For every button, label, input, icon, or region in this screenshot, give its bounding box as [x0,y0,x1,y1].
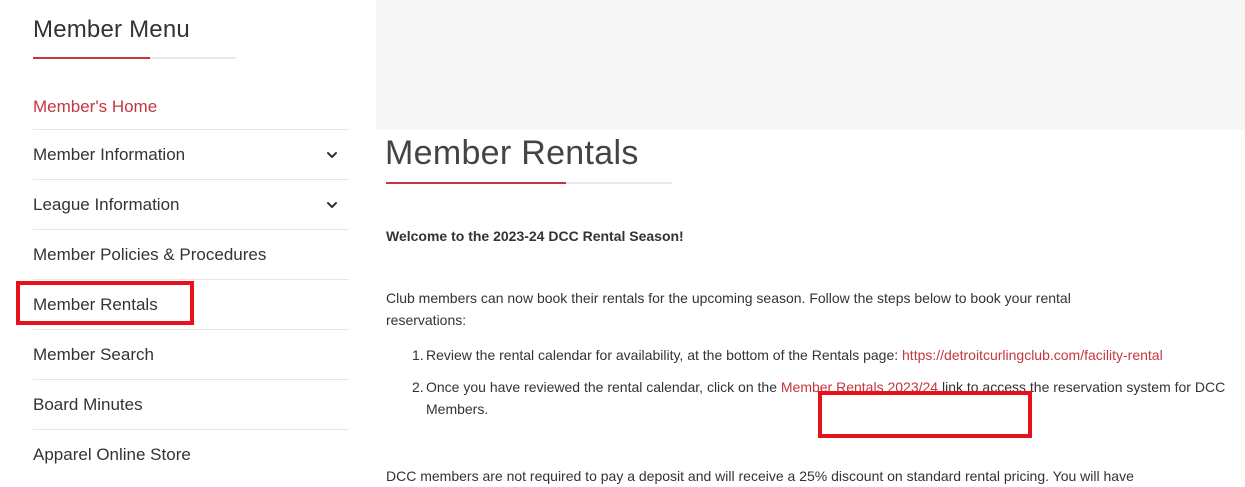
sidebar-item-label: Apparel Online Store [33,444,191,464]
discount-note: DCC members are not required to pay a de… [386,468,1134,484]
member-sidebar: Member Menu Member's Home Member Informa… [0,0,360,481]
step-number: 1. [412,347,424,363]
steps-list: 1. Review the rental calendar for availa… [386,344,1245,430]
sidebar-item-label: Member Search [33,344,154,364]
sidebar-item-label: Member Information [33,144,186,164]
sidebar-item-label: Member Policies & Procedures [33,244,267,264]
page-banner [376,0,1245,130]
sidebar-item-label: Member Rentals [33,294,158,314]
member-rentals-2023-24-link[interactable]: Member Rentals 2023/24 [781,379,938,395]
sidebar-item-label: Board Minutes [33,394,143,414]
sidebar-item-apparel-store[interactable]: Apparel Online Store [33,430,349,479]
page-title-accent [386,182,566,184]
sidebar-item-member-information[interactable]: Member Information [33,130,349,180]
list-item: 2. Once you have reviewed the rental cal… [412,376,1245,420]
step-text: Once you have reviewed the rental calend… [426,379,781,395]
list-item: 1. Review the rental calendar for availa… [412,344,1245,366]
sidebar-item-member-policies[interactable]: Member Policies & Procedures [33,230,349,280]
facility-rental-link[interactable]: https://detroitcurlingclub.com/facility-… [902,347,1163,363]
welcome-heading: Welcome to the 2023-24 DCC Rental Season… [386,228,684,244]
sidebar-item-label: League Information [33,194,180,214]
sidebar-item-label: Member's Home [33,97,158,116]
chevron-down-icon[interactable] [325,198,339,212]
member-menu: Member's Home Member Information League … [33,85,349,479]
sidebar-title: Member Menu [33,16,190,43]
step-text: Review the rental calendar for availabil… [426,347,903,363]
sidebar-item-league-information[interactable]: League Information [33,180,349,230]
intro-text: Club members can now book their rentals … [386,290,1071,328]
page-title: Member Rentals [385,134,639,172]
step-number: 2. [412,379,424,395]
chevron-down-icon[interactable] [325,148,339,162]
sidebar-item-members-home[interactable]: Member's Home [33,85,349,130]
sidebar-item-member-rentals[interactable]: Member Rentals [33,280,349,330]
sidebar-item-member-search[interactable]: Member Search [33,330,349,380]
page-title-underline [386,182,672,184]
sidebar-title-accent [33,57,150,59]
sidebar-item-board-minutes[interactable]: Board Minutes [33,380,349,430]
sidebar-title-underline [33,57,236,59]
